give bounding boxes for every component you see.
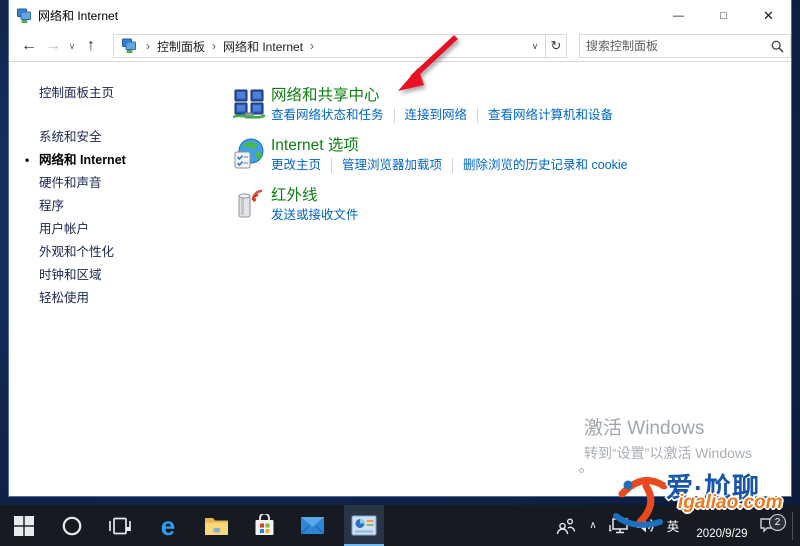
control-panel-icon [122,38,136,53]
control-panel-window: 网络和 Internet — □ ✕ ← → ∨ ↑ › 控制面板 › 网络和 … [8,0,792,497]
internet-options-icon [234,138,264,169]
infrared-icon [238,189,263,218]
task-view-button[interactable] [96,505,144,546]
section-infrared: 红外线 发送或接收文件 [233,186,791,223]
volume-button[interactable] [632,505,660,546]
sidebar-item-user-accounts[interactable]: 用户帐户 [39,223,223,236]
back-button[interactable]: ← [17,34,41,58]
active-bullet-icon: • [25,153,30,167]
sidebar-item-appearance-personalization[interactable]: 外观和个性化 [39,246,223,259]
breadcrumb-network-and-internet[interactable]: 网络和 Internet [223,38,303,55]
cortana-button[interactable] [48,505,96,546]
send-receive-files-link[interactable]: 发送或接收文件 [271,208,359,223]
sidebar-item-programs[interactable]: 程序 [39,200,223,213]
minimize-button[interactable]: — [656,0,701,31]
sidebar-item-system-security[interactable]: 系统和安全 [39,131,223,144]
view-network-computers-link[interactable]: 查看网络计算机和设备 [477,108,613,123]
navigation-bar: ← → ∨ ↑ › 控制面板 › 网络和 Internet › ∨ ↻ [9,31,791,62]
watermark-dot [579,468,584,473]
sidebar-item-control-panel-home[interactable]: 控制面板主页 [39,82,223,101]
window-title: 网络和 Internet [38,9,119,23]
breadcrumb-separator: › [146,39,150,53]
folder-icon [204,518,228,535]
sidebar: 控制面板主页 系统和安全 • 网络和 Internet 硬件和声音 程序 用户帐户… [9,63,223,496]
start-button[interactable] [0,505,48,546]
control-panel-window-icon [351,515,377,536]
people-button[interactable] [551,505,581,546]
notification-badge: 2 [769,514,786,531]
breadcrumb-separator: › [212,39,217,53]
windows-logo-icon [14,515,34,536]
ime-language-indicator[interactable]: 英 [660,505,686,546]
edge-icon: e [160,510,176,541]
task-view-icon [109,517,131,534]
breadcrumb-separator: › [310,39,315,53]
network-sharing-center-link[interactable]: 网络和共享中心 [271,86,380,106]
address-bar[interactable]: › 控制面板 › 网络和 Internet › ∨ ↻ [113,34,567,58]
search-input[interactable] [586,39,771,53]
microsoft-store-icon [255,514,273,535]
maximize-button[interactable]: □ [701,0,746,31]
history-dropdown-icon[interactable]: ∨ [65,34,79,58]
view-network-status-link[interactable]: 查看网络状态和任务 [271,108,384,123]
activate-windows-watermark: 激活 Windows 转到“设置”以激活 Windows [584,416,752,464]
titlebar: 网络和 Internet — □ ✕ [9,0,791,31]
sidebar-item-network-internet[interactable]: • 网络和 Internet [25,154,223,167]
mail-button[interactable] [288,505,336,546]
speaker-icon [637,518,654,533]
cortana-circle-icon [62,516,82,535]
show-desktop-button[interactable] [793,505,800,546]
refresh-icon[interactable]: ↻ [545,35,566,57]
activate-windows-line1: 激活 Windows [584,418,705,439]
manage-browser-addons-link[interactable]: 管理浏览器加载项 [331,158,442,173]
taskbar: e ∧ 英 2020/9/29 2 [0,505,800,546]
people-icon [556,518,576,534]
hidden-icons-chevron[interactable]: ∧ [581,505,605,546]
activate-windows-line2: 转到“设置”以激活 Windows [584,445,753,461]
connect-to-network-link[interactable]: 连接到网络 [393,108,467,123]
search-icon [771,40,784,53]
network-icon [608,517,628,533]
control-panel-taskbar-button[interactable] [344,505,384,546]
system-tray: ∧ 英 2020/9/29 2 [551,505,800,546]
section-internet-options: Internet 选项 更改主页 管理浏览器加载项 删除浏览的历史记录和 coo… [233,136,791,173]
delete-browsing-history-link[interactable]: 删除浏览的历史记录和 cookie [452,158,628,173]
up-button[interactable]: ↑ [79,34,103,58]
internet-options-link[interactable]: Internet 选项 [271,136,359,156]
forward-button[interactable]: → [41,34,65,58]
breadcrumb-control-panel[interactable]: 控制面板 [157,38,205,55]
network-sharing-center-icon [233,89,265,119]
change-homepage-link[interactable]: 更改主页 [271,158,321,173]
tray-date: 2020/9/29 [696,528,748,540]
close-button[interactable]: ✕ [746,0,791,31]
sidebar-item-hardware-sound[interactable]: 硬件和声音 [39,177,223,190]
sidebar-item-ease-of-access[interactable]: 轻松使用 [39,292,223,305]
mail-icon [300,517,324,535]
file-explorer-button[interactable] [192,505,240,546]
network-tray-button[interactable] [605,505,632,546]
edge-button[interactable]: e [144,505,192,546]
control-panel-icon [17,8,31,23]
sidebar-item-clock-region[interactable]: 时钟和区域 [39,269,223,282]
store-button[interactable] [240,505,288,546]
action-center-button[interactable]: 2 [758,505,788,546]
search-box[interactable] [579,34,791,58]
section-network-sharing-center: 网络和共享中心 查看网络状态和任务 连接到网络 查看网络计算机和设备 [233,86,791,123]
clock[interactable]: 2020/9/29 [686,505,758,546]
infrared-link[interactable]: 红外线 [271,186,318,206]
address-dropdown-icon[interactable]: ∨ [525,35,545,57]
